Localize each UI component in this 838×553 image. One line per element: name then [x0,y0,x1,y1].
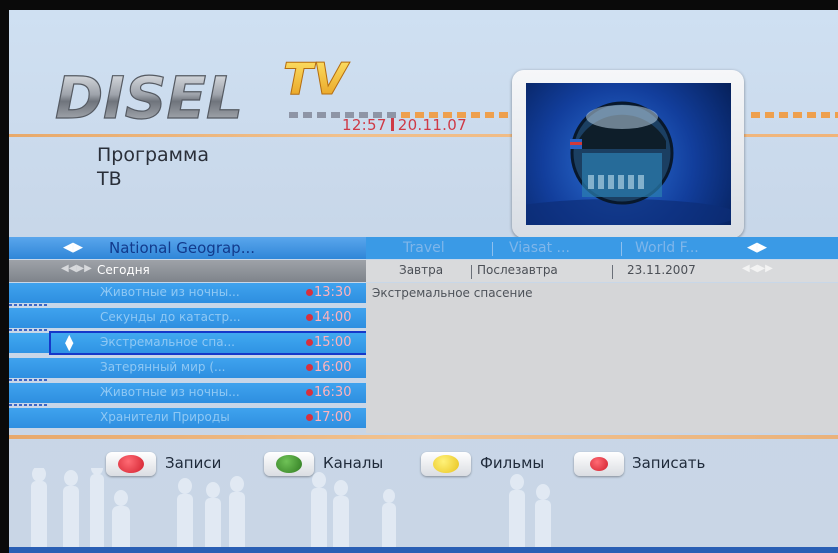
program-list: Животные из ночны... 13:30 Секунды до ка… [9,283,368,433]
row-divider [9,404,47,406]
left-right-arrows-icon[interactable]: ◀▶ [747,240,767,255]
logo-text: DISEL [55,64,243,132]
current-day-label: Сегодня [97,263,150,277]
day-tab-tomorrow[interactable]: Завтра [399,263,443,277]
double-arrows-icon[interactable]: ◀◀▶▶ [742,263,773,274]
record-dot-icon [306,414,313,421]
channel-separator [621,242,622,256]
record-dot-icon [306,364,313,371]
current-day-tab[interactable]: ◀◀▶▶ Сегодня [9,260,366,282]
program-time: 13:30 [314,285,352,300]
channel-tab-world[interactable]: World F... [635,240,699,256]
program-time: 14:00 [314,310,352,325]
program-title: Хранители Природы [100,410,230,424]
footer-rule [9,435,838,439]
program-row[interactable]: Животные из ночны... 13:30 [9,283,366,306]
record-dot-icon [306,389,313,396]
clock-separator [390,118,394,131]
day-separator [612,265,613,279]
program-time: 16:00 [314,360,352,375]
program-details: Экстремальное спасение [366,283,838,433]
program-title: Затерянный мир (... [100,360,226,374]
day-tab-after-tomorrow[interactable]: Послезавтра [477,263,558,277]
current-channel-tab[interactable]: ◀▶ National Geograp... [9,237,366,259]
logo-tv-text: TV [283,54,350,105]
row-divider [9,379,47,381]
left-right-arrows-icon[interactable]: ◀▶ [63,240,83,255]
clock-date: 20.11.07 [397,116,467,134]
channel-separator [492,242,493,256]
program-description: Экстремальное спасение [372,286,533,300]
page-title-line2: ТВ [97,168,122,190]
day-selector: ◀◀▶▶ Сегодня Завтра Послезавтра 23.11.20… [9,260,838,282]
clock-time: 12:57 [342,116,387,134]
row-divider [9,304,47,306]
program-row[interactable]: Животные из ночны... 16:30 [9,383,366,406]
channel-tab-travel[interactable]: Travel [403,240,445,256]
row-divider [9,329,47,331]
page-title: Программа ТВ [97,143,209,191]
record-dot-icon [306,339,313,346]
epg-panel: DISEL TV 12:57 20.11.07 Программа ТВ ◀▶ … [9,10,838,553]
program-row[interactable]: Секунды до катастр... 14:00 [9,308,366,331]
program-title: Животные из ночны... [100,385,240,399]
current-channel-name: National Geograp... [109,239,256,257]
program-row-selected[interactable]: ▲ ▼ Экстремальное спа... 15:00 [9,331,368,355]
bottom-bar [9,547,838,553]
preview-image [526,101,731,225]
program-title: Экстремальное спа... [100,335,235,349]
people-silhouettes [31,468,551,553]
program-title: Секунды до катастр... [100,310,241,324]
up-down-arrows-icon: ▲ ▼ [65,332,74,353]
clock: 12:57 20.11.07 [342,116,467,134]
program-time: 16:30 [314,385,352,400]
record-dot-icon [306,289,313,296]
channel-selector: ◀▶ National Geograp... Travel Viasat ...… [9,237,838,259]
double-arrows-icon[interactable]: ◀◀▶▶ [61,263,92,274]
page-title-line1: Программа [97,144,209,166]
channel-tab-viasat[interactable]: Viasat ... [509,240,570,256]
program-time: 15:00 [314,335,352,350]
live-preview[interactable] [526,83,731,225]
preview-frame [512,70,744,238]
program-row[interactable]: Затерянный мир (... 16:00 [9,358,366,381]
day-tab-date[interactable]: 23.11.2007 [627,263,696,277]
day-separator [471,265,472,279]
program-row[interactable]: Хранители Природы 17:00 [9,408,366,428]
program-title: Животные из ночны... [100,285,240,299]
tv-screen: DISEL TV 12:57 20.11.07 Программа ТВ ◀▶ … [0,0,838,553]
record-dot-icon [306,314,313,321]
program-time: 17:00 [314,410,352,425]
